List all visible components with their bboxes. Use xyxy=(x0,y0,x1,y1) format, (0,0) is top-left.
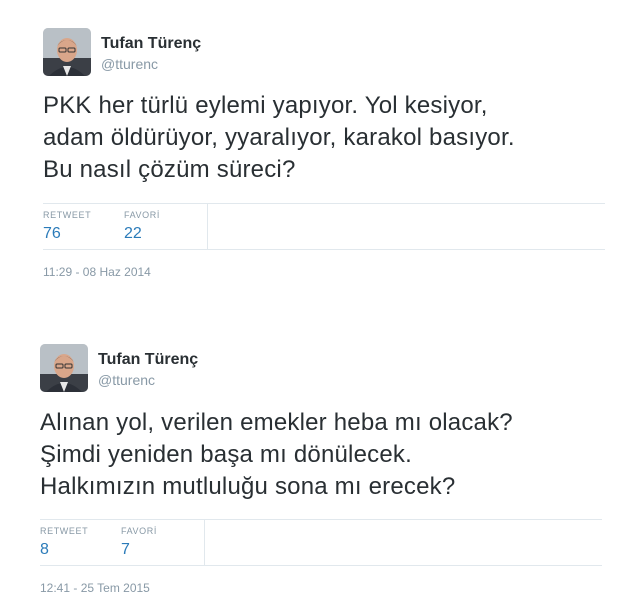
avatar[interactable] xyxy=(40,344,88,392)
avatar[interactable] xyxy=(43,28,91,76)
tweet-text-line: Şimdi yeniden başa mı dönülecek. xyxy=(40,441,412,468)
person-photo-icon xyxy=(43,28,91,76)
stats-divider-top xyxy=(40,519,602,520)
stats-divider-top xyxy=(43,203,605,204)
retweet-count[interactable]: 76 xyxy=(43,225,61,243)
author-handle[interactable]: @tturenc xyxy=(101,56,158,72)
tweet-text-line: PKK her türlü eylemi yapıyor. Yol kesiyo… xyxy=(43,92,488,119)
stats-column-divider xyxy=(207,204,208,249)
stats-divider-bottom xyxy=(40,565,602,566)
author-handle[interactable]: @tturenc xyxy=(98,372,155,388)
tweet-text-line: Bu nasıl çözüm süreci? xyxy=(43,156,296,183)
favorite-count[interactable]: 22 xyxy=(124,225,142,243)
person-photo-icon xyxy=(40,344,88,392)
timestamp[interactable]: 11:29 - 08 Haz 2014 xyxy=(43,265,151,279)
tweet-text-line: Alınan yol, verilen emekler heba mı olac… xyxy=(40,409,513,436)
tweet-text-line: Halkımızın mutluluğu sona mı erecek? xyxy=(40,473,456,500)
favorite-count[interactable]: 7 xyxy=(121,541,130,559)
tweet-text: Alınan yol, verilen emekler heba mı olac… xyxy=(40,407,513,503)
favorite-label: FAVORİ xyxy=(124,210,160,220)
retweet-count[interactable]: 8 xyxy=(40,541,49,559)
tweet-text: PKK her türlü eylemi yapıyor. Yol kesiyo… xyxy=(43,90,515,186)
stats-column-divider xyxy=(204,520,205,565)
timestamp[interactable]: 12:41 - 25 Tem 2015 xyxy=(40,581,150,595)
author-name[interactable]: Tufan Türenç xyxy=(98,351,198,369)
stats-divider-bottom xyxy=(43,249,605,250)
author-name[interactable]: Tufan Türenç xyxy=(101,35,201,53)
favorite-label: FAVORİ xyxy=(121,526,157,536)
tweet-text-line: adam öldürüyor, yyaralıyor, karakol bası… xyxy=(43,124,515,151)
retweet-label: RETWEET xyxy=(43,210,92,220)
retweet-label: RETWEET xyxy=(40,526,89,536)
